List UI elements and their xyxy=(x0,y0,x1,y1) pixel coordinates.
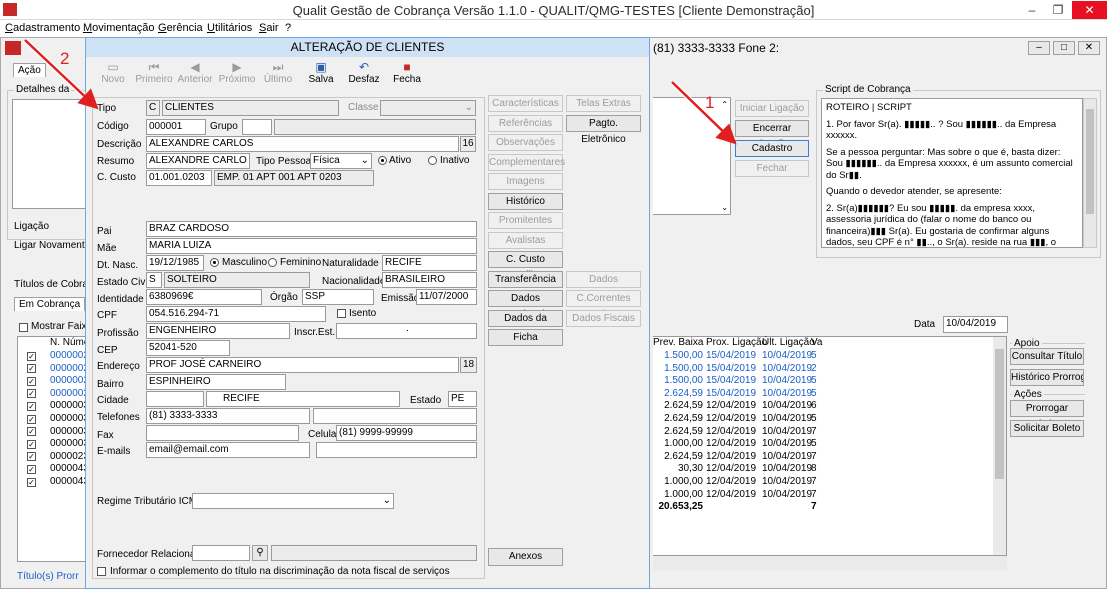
arrow-1 xyxy=(671,81,737,145)
annotation-layer: 2 1 xyxy=(23,38,737,145)
arrow-1-label: 1 xyxy=(705,93,714,112)
arrow-2-label: 2 xyxy=(60,49,69,68)
